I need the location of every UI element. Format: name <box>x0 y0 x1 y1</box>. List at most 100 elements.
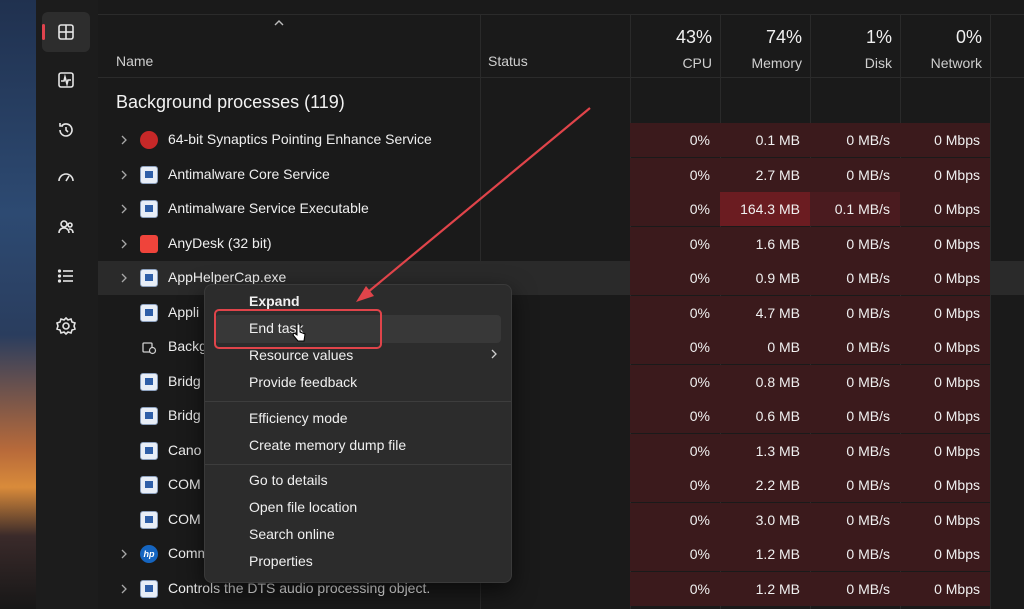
network-value: 0 Mbps <box>934 235 980 252</box>
cpu-cell: 0% <box>630 295 720 330</box>
app-icon <box>140 303 158 322</box>
app-icon <box>140 372 158 391</box>
chevron-right-icon[interactable] <box>120 272 128 284</box>
nav-startup[interactable] <box>42 158 90 198</box>
nav-services[interactable] <box>42 306 90 346</box>
users-icon <box>58 220 74 234</box>
network-cell: 0 Mbps <box>900 261 990 295</box>
process-name: Cano <box>168 441 202 458</box>
task-manager-window: Name Status 43% CPU 74% Memory 1% Disk 0… <box>36 0 1024 609</box>
table-row[interactable]: Antimalware Service Executable 0% 164.3 MB… <box>98 192 1024 226</box>
network-value: 0 Mbps <box>934 339 980 355</box>
chevron-right-icon[interactable] <box>120 134 128 146</box>
memory-cell: 0.1 MB <box>720 123 810 157</box>
app-icon <box>140 200 158 218</box>
app-icon <box>140 476 158 494</box>
network-cell: 0 Mbps <box>900 537 990 571</box>
cpu-label: CPU <box>682 55 712 71</box>
chevron-right-icon[interactable] <box>120 548 128 560</box>
menu-provide-feedback[interactable]: Provide feedback <box>249 374 357 390</box>
nav-performance[interactable] <box>42 60 90 100</box>
sidebar <box>36 0 98 609</box>
chevron-right-icon[interactable] <box>120 583 128 595</box>
cpu-value: 0% <box>689 442 710 459</box>
menu-go-to-details[interactable]: Go to details <box>249 472 328 488</box>
nav-app-history[interactable] <box>42 110 90 150</box>
cpu-value: 0% <box>689 339 710 355</box>
app-icon <box>140 579 158 598</box>
chevron-right-icon[interactable] <box>120 169 128 181</box>
network-cell: 0 Mbps <box>900 468 990 502</box>
process-name: Backg <box>168 338 207 354</box>
disk-cell: 0 MB/s <box>810 295 900 330</box>
menu-efficiency-mode[interactable]: Efficiency mode <box>249 410 348 426</box>
chevron-right-icon[interactable] <box>120 238 128 250</box>
history-icon <box>59 123 73 137</box>
network-value: 0 Mbps <box>934 304 980 321</box>
menu-create-memory-dump[interactable]: Create memory dump file <box>249 437 406 453</box>
disk-cell: 0 MB/s <box>810 261 900 295</box>
network-value: 0 Mbps <box>934 373 980 390</box>
memory-column-header[interactable]: 74% Memory <box>720 15 810 77</box>
process-name: Antimalware Core Service <box>168 165 330 182</box>
cpu-column-header[interactable]: 43% CPU <box>630 15 720 77</box>
app-icon <box>140 269 158 287</box>
cpu-value: 0% <box>689 373 710 390</box>
table-row[interactable]: 64-bit Synaptics Pointing Enhance Servic… <box>98 123 1024 157</box>
cpu-value: 0% <box>689 304 710 321</box>
cpu-cell: 0% <box>630 330 720 364</box>
network-value: 0 Mbps <box>934 580 980 597</box>
services-icon <box>56 316 76 336</box>
disk-value: 0 MB/s <box>846 442 890 459</box>
chevron-right-icon[interactable] <box>120 203 128 215</box>
process-name: Antimalware Service Executable <box>168 200 369 216</box>
menu-search-online[interactable]: Search online <box>249 526 335 542</box>
memory-cell: 0.6 MB <box>720 399 810 433</box>
cpu-value: 0% <box>689 235 710 252</box>
hp-icon: hp <box>140 545 158 563</box>
network-cell: 0 Mbps <box>900 399 990 433</box>
disk-column-header[interactable]: 1% Disk <box>810 15 900 77</box>
network-cell: 0 Mbps <box>900 433 990 468</box>
disk-cell: 0 MB/s <box>810 226 900 261</box>
table-row[interactable]: Antimalware Core Service 0% 2.7 MB 0 MB/s 0 … <box>98 157 1024 192</box>
disk-label: Disk <box>864 55 892 71</box>
cpu-cell: 0% <box>630 571 720 606</box>
status-column-header[interactable]: Status <box>488 53 528 69</box>
network-cell: 0 Mbps <box>900 295 990 330</box>
menu-separator <box>205 464 511 465</box>
nav-users[interactable] <box>42 207 90 247</box>
name-column-header[interactable]: Name <box>116 53 153 69</box>
cpu-cell: 0% <box>630 364 720 399</box>
nav-details[interactable] <box>42 256 90 296</box>
process-name: Bridg <box>168 407 201 423</box>
disk-total: 1% <box>865 27 892 47</box>
nav-processes[interactable] <box>42 12 90 52</box>
cpu-value: 0% <box>689 166 710 183</box>
cpu-value: 0% <box>689 477 710 493</box>
process-name: COM <box>168 476 201 492</box>
network-value: 0 Mbps <box>934 201 980 217</box>
network-value: 0 Mbps <box>934 442 980 459</box>
table-row[interactable]: AnyDesk (32 bit) 0% 1.6 MB 0 MB/s 0 Mbps <box>98 226 1024 261</box>
network-column-header[interactable]: 0% Network <box>900 15 990 77</box>
menu-expand[interactable]: Expand <box>249 293 300 309</box>
disk-cell: 0 MB/s <box>810 399 900 433</box>
performance-icon <box>58 72 74 88</box>
network-value: 0 Mbps <box>934 408 980 424</box>
column-header: Name Status 43% CPU 74% Memory 1% Disk 0… <box>98 14 1024 78</box>
memory-cell: 2.7 MB <box>720 157 810 192</box>
disk-value: 0 MB/s <box>846 477 890 493</box>
memory-cell: 164.3 MB <box>720 192 810 226</box>
menu-resource-values[interactable]: Resource values <box>249 347 353 363</box>
memory-cell: 3.0 MB <box>720 502 810 537</box>
memory-value: 2.7 MB <box>755 166 800 183</box>
disk-cell: 0 MB/s <box>810 157 900 192</box>
disk-value: 0.1 MB/s <box>834 201 890 217</box>
app-icon <box>140 441 158 460</box>
cpu-cell: 0% <box>630 226 720 261</box>
desktop-wallpaper <box>0 0 36 609</box>
menu-open-file-location[interactable]: Open file location <box>249 499 357 515</box>
menu-properties[interactable]: Properties <box>249 553 313 569</box>
network-value: 0 Mbps <box>934 166 980 183</box>
